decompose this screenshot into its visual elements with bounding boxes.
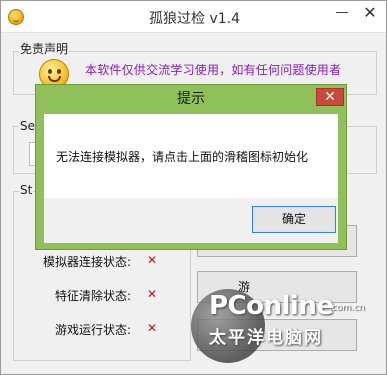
status-fail-icon: ✕ — [147, 253, 158, 267]
status-label: 模拟器连接状态: — [42, 255, 131, 269]
disclaimer-text: 本软件仅供交流学习使用，如有任何问题使用者 — [85, 63, 342, 77]
status-group-label: St — [19, 183, 34, 197]
dialog-title: 提示 — [177, 91, 205, 107]
alert-dialog: 提示 ✕ 无法连接模拟器，请点击上面的滑稽图标初始化 确定 — [35, 84, 347, 250]
pconline-watermark: PConline .com.cn 太平洋电脑网 — [191, 281, 387, 375]
close-button[interactable]: ✕ — [353, 1, 387, 27]
title-bar: 孤狼过检 v1.4 — ✕ — [1, 1, 386, 33]
dialog-message: 无法连接模拟器，请点击上面的滑稽图标初始化 — [56, 150, 309, 164]
status-fail-icon: ✕ — [147, 287, 158, 301]
dialog-footer: 确定 — [44, 198, 338, 243]
settings-group-label: Se — [19, 119, 36, 133]
disclaimer-group-label: 免责声明 — [19, 40, 70, 57]
dialog-body: 无法连接模拟器，请点击上面的滑稽图标初始化 确定 — [44, 114, 338, 243]
watermark-domain: .com.cn — [329, 303, 365, 313]
watermark-brand: PConline — [209, 291, 334, 321]
watermark-tagline: 太平洋电脑网 — [209, 328, 323, 348]
dialog-close-button[interactable]: ✕ — [316, 88, 344, 106]
status-label: 游戏运行状态: — [54, 323, 131, 337]
status-fail-icon: ✕ — [147, 321, 158, 335]
status-label: 特征清除状态: — [54, 289, 131, 303]
ok-button[interactable]: 确定 — [252, 206, 336, 233]
